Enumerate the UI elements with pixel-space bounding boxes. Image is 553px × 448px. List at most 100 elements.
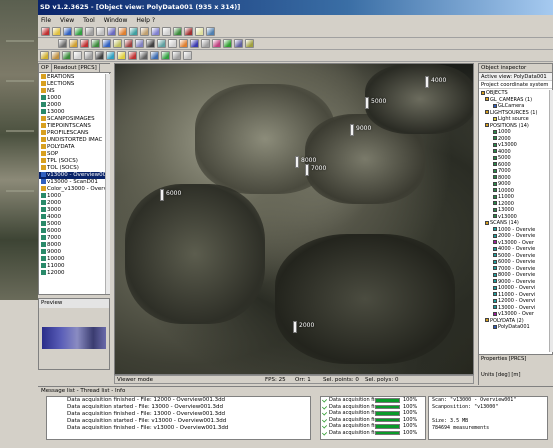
position-marker-9000[interactable] xyxy=(350,124,354,136)
dock-icon[interactable] xyxy=(183,51,192,60)
project-tree-item[interactable]: 13000 xyxy=(39,109,105,116)
copy-icon[interactable] xyxy=(96,27,105,36)
menu-tool[interactable]: Tool xyxy=(83,17,95,24)
message-log: Data acquisition finished - File: 12000 … xyxy=(46,396,311,440)
filter-icon[interactable] xyxy=(124,39,133,48)
help-icon[interactable] xyxy=(206,27,215,36)
plane-icon[interactable] xyxy=(223,39,232,48)
project-tree-item[interactable]: 9000 xyxy=(39,249,105,256)
open-icon[interactable] xyxy=(52,27,61,36)
project-tree-item[interactable]: TIEPOINTSCANS xyxy=(39,123,105,130)
position-marker-4000[interactable] xyxy=(425,76,429,88)
project-tree-item[interactable]: 12000 xyxy=(39,270,105,277)
project-tree-item[interactable]: LECTIONS xyxy=(39,81,105,88)
star-icon[interactable] xyxy=(117,51,126,60)
select-icon[interactable] xyxy=(58,39,67,48)
undo-icon[interactable] xyxy=(118,27,127,36)
move-icon[interactable] xyxy=(69,39,78,48)
properties-icon[interactable] xyxy=(95,51,104,60)
zoom-icon[interactable] xyxy=(91,39,100,48)
refresh-icon[interactable] xyxy=(195,27,204,36)
cut-icon[interactable] xyxy=(85,27,94,36)
polygon-icon[interactable] xyxy=(212,39,221,48)
scrollbar[interactable] xyxy=(549,90,553,352)
tab-op[interactable]: OP xyxy=(39,64,52,73)
project-tree-item[interactable]: 1000 xyxy=(39,193,105,200)
message-tabs-label[interactable]: Message list - Thread list - Info xyxy=(38,388,125,394)
tab-object-inspector[interactable]: Object inspector xyxy=(479,64,552,73)
project-tree-item[interactable]: TPL (SOCS) xyxy=(39,158,105,165)
project-tree-item[interactable]: SOP xyxy=(39,151,105,158)
import-icon[interactable] xyxy=(140,27,149,36)
project-tree-item[interactable]: 7000 xyxy=(39,235,105,242)
grid-icon[interactable] xyxy=(168,39,177,48)
point-cloud-viewer[interactable]: 4000 6000 5000 7000 8000 2000 9000 xyxy=(114,63,474,375)
position-marker-5000[interactable] xyxy=(365,97,369,109)
project-tree-item[interactable]: PROFILESCANS xyxy=(39,130,105,137)
project-tree-item[interactable]: 10000 xyxy=(39,256,105,263)
window-icon[interactable] xyxy=(172,51,181,60)
scrollbar[interactable] xyxy=(105,74,110,294)
project-tree-item[interactable]: 11000 xyxy=(39,263,105,270)
open-folder-icon[interactable] xyxy=(40,51,49,60)
camera-icon[interactable] xyxy=(190,39,199,48)
color-icon[interactable] xyxy=(135,39,144,48)
project-tree-item[interactable]: 2000 xyxy=(39,200,105,207)
rotate-icon[interactable] xyxy=(80,39,89,48)
delete-icon[interactable] xyxy=(184,27,193,36)
check-icon[interactable] xyxy=(161,51,170,60)
save-icon[interactable] xyxy=(63,27,72,36)
project-tree-item[interactable]: Color_v13000 - Overvi xyxy=(39,186,105,193)
position-marker-2000[interactable] xyxy=(293,321,297,333)
list-icon[interactable] xyxy=(73,51,82,60)
light-icon[interactable] xyxy=(179,39,188,48)
paste-icon[interactable] xyxy=(107,27,116,36)
redo-icon[interactable] xyxy=(129,27,138,36)
menu-window[interactable]: Window xyxy=(104,17,128,24)
project-tree-item[interactable]: 8000 xyxy=(39,242,105,249)
measure-icon[interactable] xyxy=(113,39,122,48)
project-tree-item[interactable]: v13000 - ScanD01 xyxy=(39,179,105,186)
export-view-icon[interactable] xyxy=(245,39,254,48)
project-tree-item[interactable]: 3000 xyxy=(39,207,105,214)
mesh-icon[interactable] xyxy=(157,39,166,48)
project-tree-item[interactable]: 5000 xyxy=(39,221,105,228)
tab-readout[interactable]: Readout [PRCS] xyxy=(52,64,100,73)
folder-icon[interactable] xyxy=(51,51,60,60)
menu-file[interactable]: File xyxy=(41,17,51,24)
point-icon[interactable] xyxy=(201,39,210,48)
pan-icon[interactable] xyxy=(102,39,111,48)
project-tree-item[interactable]: ERATIONS xyxy=(39,74,105,81)
project-tree-item[interactable]: TOL (SOCS) xyxy=(39,165,105,172)
stop-icon[interactable] xyxy=(128,51,137,60)
section-icon[interactable] xyxy=(234,39,243,48)
position-marker-8000[interactable] xyxy=(295,156,299,168)
settings-icon[interactable] xyxy=(162,27,171,36)
project-tree-item[interactable]: 2000 xyxy=(39,102,105,109)
project-tree-item[interactable]: v13000 - Overview001 xyxy=(39,172,105,179)
tree-icon[interactable] xyxy=(62,51,71,60)
object-tree-item[interactable]: PolyData001 xyxy=(479,324,549,331)
lock-icon[interactable] xyxy=(139,51,148,60)
project-tree-item[interactable]: NS xyxy=(39,88,105,95)
link-icon[interactable] xyxy=(106,51,115,60)
project-tree-item[interactable]: SCANPOSIMAGES xyxy=(39,116,105,123)
project-tree-item[interactable]: UNDISTORTED IMAC xyxy=(39,137,105,144)
position-marker-6000[interactable] xyxy=(160,189,164,201)
project-tree-item[interactable]: 1000 xyxy=(39,95,105,102)
project-tree-item[interactable]: 6000 xyxy=(39,228,105,235)
new-icon[interactable] xyxy=(41,27,50,36)
view-icon[interactable] xyxy=(150,51,159,60)
layer-icon[interactable] xyxy=(146,39,155,48)
menu-view[interactable]: View xyxy=(60,17,74,24)
project-tree-item[interactable]: POLYDATA xyxy=(39,144,105,151)
folder-icon xyxy=(485,318,489,322)
print-icon[interactable] xyxy=(74,27,83,36)
info-icon[interactable] xyxy=(84,51,93,60)
scan-icon[interactable] xyxy=(173,27,182,36)
menu-help[interactable]: Help ? xyxy=(136,17,155,24)
position-marker-7000[interactable] xyxy=(305,164,309,176)
object-icon xyxy=(493,162,497,166)
export-icon[interactable] xyxy=(151,27,160,36)
project-tree-item[interactable]: 4000 xyxy=(39,214,105,221)
